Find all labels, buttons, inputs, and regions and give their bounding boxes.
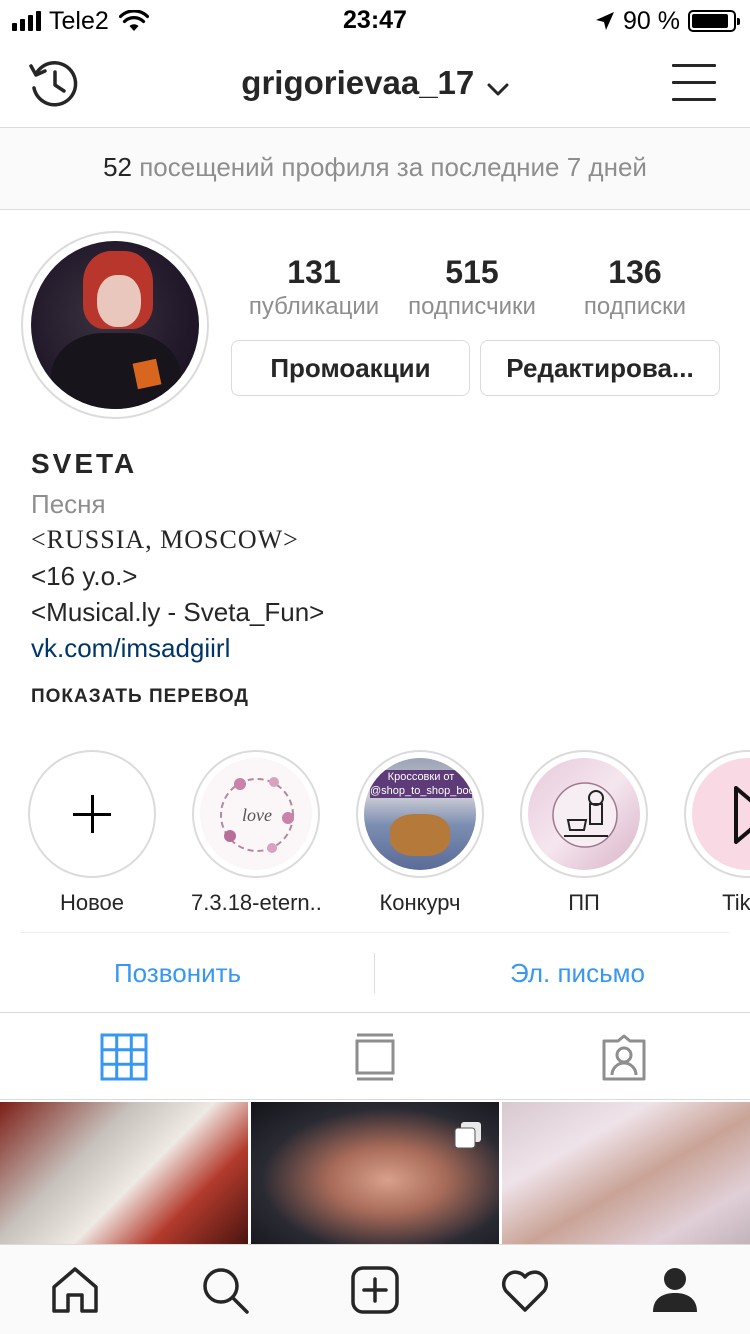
account-switcher[interactable]: grigorievaa_17	[0, 64, 750, 102]
stat-posts-value: 131	[287, 254, 341, 290]
activity-icon[interactable]	[500, 1265, 550, 1315]
chevron-down-icon	[487, 83, 509, 96]
highlight-label: Новое	[59, 890, 125, 915]
profile-header-bar: grigorievaa_17	[0, 40, 750, 128]
contact-divider	[374, 953, 375, 993]
highlight-pp[interactable]: ПП	[519, 750, 649, 916]
stat-followers-value: 515	[445, 254, 499, 290]
cover-text: Кроссовки от @shop_to_shop_boot	[370, 770, 476, 798]
story-highlights: Новое love 7.3.18-etern... Кроссовки от …	[0, 750, 750, 920]
bio-line-age: <16 y.o.>	[31, 561, 138, 591]
profile-icon[interactable]	[650, 1265, 700, 1315]
grid-icon[interactable]	[100, 1033, 148, 1081]
search-icon[interactable]	[200, 1265, 250, 1315]
floral-wreath-icon: love	[220, 777, 294, 853]
play-icon	[734, 786, 750, 844]
post-thumbnail[interactable]	[0, 1102, 248, 1244]
profile-tabs	[0, 1012, 750, 1100]
bottom-navigation	[0, 1244, 750, 1334]
profile-visits-banner[interactable]: 52 посещений профиля за последние 7 дней	[0, 128, 750, 210]
home-icon[interactable]	[50, 1265, 100, 1315]
highlight-label: Конкурч	[379, 890, 461, 915]
battery-icon	[688, 10, 740, 32]
highlight-eternal[interactable]: love 7.3.18-etern...	[191, 750, 321, 916]
visits-count: 52	[103, 152, 132, 182]
menu-icon[interactable]	[672, 64, 716, 102]
status-bar: Tele2 23:47 90 %	[0, 0, 750, 40]
highlight-new[interactable]: Новое	[27, 750, 157, 916]
carousel-icon	[454, 1122, 481, 1149]
stat-following-value: 136	[608, 254, 662, 290]
status-right: 90 %	[595, 6, 740, 35]
photo-grid	[0, 1102, 750, 1244]
post-thumbnail[interactable]	[502, 1102, 750, 1244]
visits-text: посещений профиля за последние 7 дней	[139, 152, 647, 182]
stat-following[interactable]: 136 подписки	[548, 254, 722, 324]
new-post-icon[interactable]	[350, 1265, 400, 1315]
post-thumbnail[interactable]	[251, 1102, 499, 1244]
stat-posts-label: публикации	[248, 293, 380, 320]
edit-profile-button[interactable]: Редактирова...	[480, 340, 720, 396]
call-button[interactable]: Позвонить	[0, 933, 355, 1013]
profile-category: Песня	[31, 489, 106, 519]
promotions-button[interactable]: Промоакции	[231, 340, 470, 396]
highlight-tiktok[interactable]: TikTo	[683, 750, 750, 916]
bio-link[interactable]: vk.com/imsadgiirl	[31, 630, 721, 666]
highlight-label: TikTo	[722, 890, 750, 915]
battery-fill	[692, 14, 728, 28]
contact-options: Позвонить Эл. письмо	[20, 932, 730, 1012]
plus-icon	[73, 795, 111, 833]
highlight-label: ПП	[568, 890, 600, 915]
feed-icon[interactable]	[351, 1033, 399, 1081]
bio-line-musically: <Musical.ly - Sveta_Fun>	[31, 597, 325, 627]
email-button[interactable]: Эл. письмо	[400, 933, 750, 1013]
bio-line-location: <RUSSIA, MOSCOW>	[31, 525, 299, 554]
chef-icon	[552, 782, 618, 848]
highlight-contest[interactable]: Кроссовки от @shop_to_shop_boot Конкурч	[355, 750, 485, 916]
avatar-photo	[31, 241, 199, 409]
battery-percent: 90 %	[623, 6, 680, 35]
cover-text: love	[242, 805, 272, 825]
username: grigorievaa_17	[241, 64, 475, 101]
profile-stats: 131 публикации 515 подписчики 136 подпис…	[232, 254, 722, 324]
stat-following-label: подписки	[583, 293, 687, 320]
tagged-icon[interactable]	[600, 1033, 648, 1081]
show-translation-link[interactable]: ПОКАЗАТЬ ПЕРЕВОД	[31, 686, 721, 708]
stat-followers-label: подписчики	[408, 293, 536, 320]
avatar[interactable]	[21, 231, 209, 419]
stat-followers[interactable]: 515 подписчики	[396, 254, 548, 324]
stat-posts[interactable]: 131 публикации	[232, 254, 396, 324]
location-arrow-icon	[596, 12, 615, 30]
bio: SVETA Песня <RUSSIA, MOSCOW> <16 y.o.> <…	[31, 446, 721, 708]
display-name: SVETA	[31, 448, 138, 479]
highlight-label: 7.3.18-etern...	[191, 890, 321, 915]
